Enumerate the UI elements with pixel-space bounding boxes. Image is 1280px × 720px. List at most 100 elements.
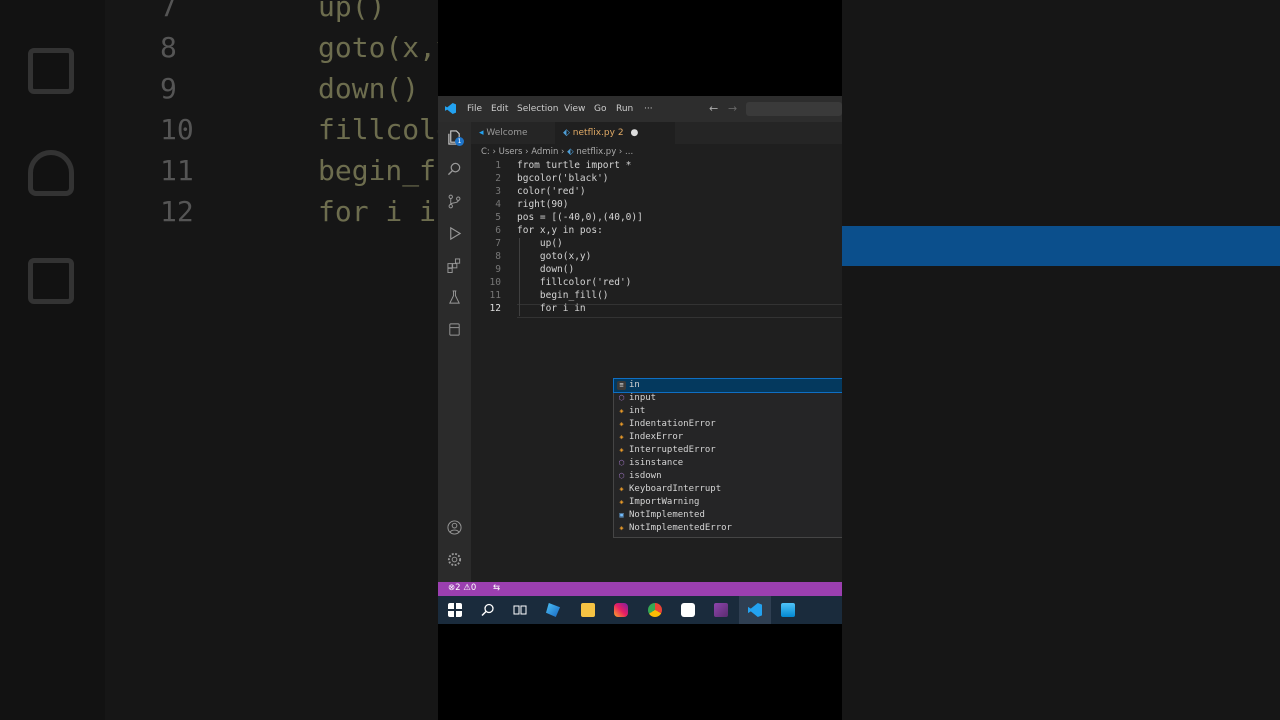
code-line[interactable]: fillcolor('red') — [517, 277, 632, 288]
class-kind-icon: ◈ — [619, 420, 624, 428]
code-line[interactable]: down() — [517, 264, 574, 275]
suggestion-label: KeyboardInterrupt — [629, 484, 722, 494]
title-bar: File Edit Selection View Go Run ··· ← → — [438, 96, 842, 122]
menu-go[interactable]: Go — [594, 104, 606, 114]
menu-edit[interactable]: Edit — [491, 104, 508, 114]
problems-indicator[interactable]: ⊗2 ⚠0 — [448, 583, 476, 593]
suggestion-label: IndentationError — [629, 419, 716, 429]
background-line-number: 7 — [160, 0, 177, 23]
search-icon[interactable] — [447, 162, 462, 177]
line-number: 2 — [495, 173, 501, 184]
suggestion-item[interactable]: ◈ int — [614, 405, 842, 418]
source-control-icon[interactable] — [447, 194, 462, 209]
tab-netflix-label: netflix.py — [572, 128, 615, 138]
suggestion-item[interactable]: ◈ KeyboardInterrupt — [614, 483, 842, 496]
background-right-blur — [842, 0, 1280, 720]
class-kind-icon: ◈ — [619, 433, 624, 441]
breadcrumb-admin[interactable]: Admin — [531, 147, 558, 157]
edge-browser-icon[interactable] — [546, 603, 560, 617]
notebook-icon[interactable] — [447, 322, 462, 337]
suggestion-item[interactable]: ⬡ isdown — [614, 470, 842, 483]
line-number: 4 — [495, 199, 501, 210]
tab-welcome-label: Welcome — [486, 128, 528, 138]
code-line[interactable]: begin_fill() — [517, 290, 609, 301]
tab-welcome[interactable]: ◂ Welcome — [471, 122, 553, 144]
menu-run[interactable]: Run — [616, 104, 633, 114]
task-view-icon[interactable] — [513, 603, 527, 617]
breadcrumb-users[interactable]: Users — [499, 147, 523, 157]
explorer-badge: 1 — [455, 137, 464, 146]
account-icon[interactable] — [447, 520, 462, 535]
background-selection-bar — [842, 226, 1280, 266]
background-code-line: fillcolo — [318, 113, 438, 146]
background-code-line: for i i — [318, 195, 437, 228]
forward-arrow-icon[interactable]: → — [728, 102, 737, 115]
run-debug-icon[interactable] — [447, 226, 462, 241]
suggestion-label: isdown — [629, 471, 662, 481]
suggestion-label: InterruptedError — [629, 445, 716, 455]
breadcrumb-symbol[interactable]: ... — [625, 147, 633, 157]
menu-view[interactable]: View — [564, 104, 585, 114]
windows-start-icon[interactable] — [448, 603, 462, 617]
menu-selection[interactable]: Selection — [517, 104, 558, 114]
breadcrumb-file[interactable]: netflix.py — [576, 147, 616, 157]
extensions-icon[interactable] — [447, 258, 462, 273]
testing-flask-icon[interactable] — [447, 290, 462, 305]
microsoft-store-icon[interactable] — [681, 603, 695, 617]
settings-gear-icon[interactable] — [447, 552, 462, 567]
suggestion-item[interactable]: ⬡ isinstance — [614, 457, 842, 470]
line-number: 12 — [489, 303, 501, 314]
suggestion-item[interactable]: ≡ in — [613, 378, 842, 393]
suggestion-label: input — [629, 393, 657, 403]
suggestion-item[interactable]: ◈ ImportWarning — [614, 496, 842, 509]
suggestion-item[interactable]: ⬡ input — [614, 392, 842, 405]
command-center-search[interactable] — [746, 102, 842, 116]
function-kind-icon: ⬡ — [618, 394, 625, 402]
code-line[interactable]: for i in — [517, 303, 586, 314]
suggestion-item[interactable]: ◈ InterruptedError — [614, 444, 842, 457]
code-line[interactable]: bgcolor('black') — [517, 173, 609, 184]
menu-file[interactable]: File — [467, 104, 482, 114]
background-code-line: up() — [318, 0, 386, 23]
suggestion-label: in — [629, 380, 640, 390]
suggestion-label: isinstance — [629, 458, 684, 468]
back-arrow-icon[interactable]: ← — [709, 102, 718, 115]
background-left-blur: 7 up() 8 goto(x,y 9 down() 10 fillcolo 11 begin_… — [0, 0, 438, 720]
editor-tabs: ◂ Welcome ⬖ netflix.py 2 ● — [471, 122, 842, 144]
line-number: 7 — [495, 238, 501, 249]
background-line-number: 12 — [160, 195, 194, 228]
suggestion-label: NotImplementedError — [629, 523, 732, 533]
chrome-icon[interactable] — [648, 603, 662, 617]
code-line[interactable]: up() — [517, 238, 563, 249]
line-number: 6 — [495, 225, 501, 236]
code-line[interactable]: right(90) — [517, 199, 568, 210]
code-editor[interactable]: 1 2 3 4 5 6 7 8 9 10 11 12 from turtle import * bgco… — [471, 158, 842, 582]
activity-bar: 1 — [438, 122, 471, 582]
suggestion-item[interactable]: ◈ NotImplementedError — [614, 522, 842, 535]
line-number: 1 — [495, 160, 501, 171]
background-activity-bar — [0, 0, 105, 720]
taskbar-search-icon[interactable] — [481, 603, 495, 617]
code-line[interactable]: from turtle import * — [517, 160, 631, 171]
code-line[interactable]: goto(x,y) — [517, 251, 591, 262]
breadcrumb-drive[interactable]: C: — [481, 147, 490, 157]
port-forward-icon[interactable]: ⇆ — [493, 583, 500, 593]
code-line[interactable]: for x,y in pos: — [517, 225, 603, 236]
file-explorer-icon[interactable] — [581, 603, 595, 617]
suggestion-label: ImportWarning — [629, 497, 700, 507]
suggestion-item[interactable]: ◈ IndexError — [614, 431, 842, 444]
menu-more[interactable]: ··· — [644, 104, 653, 114]
suggestion-item[interactable]: ◈ IndentationError — [614, 418, 842, 431]
python-file-icon: ⬖ — [563, 128, 573, 138]
unsaved-dot-icon[interactable]: ● — [630, 128, 638, 138]
vscode-logo-icon — [445, 103, 456, 114]
tab-netflix-py[interactable]: ⬖ netflix.py 2 ● — [555, 122, 675, 144]
code-line[interactable]: pos = [(-40,0),(40,0)] — [517, 212, 643, 223]
suggestion-item[interactable]: ▣ NotImplemented — [614, 509, 842, 522]
background-code-line: begin_f — [318, 154, 437, 187]
video-editor-icon[interactable] — [714, 603, 728, 617]
code-line[interactable]: color('red') — [517, 186, 586, 197]
instagram-icon[interactable] — [614, 603, 628, 617]
photos-app-icon[interactable] — [781, 603, 795, 617]
background-flask-icon — [28, 150, 74, 196]
